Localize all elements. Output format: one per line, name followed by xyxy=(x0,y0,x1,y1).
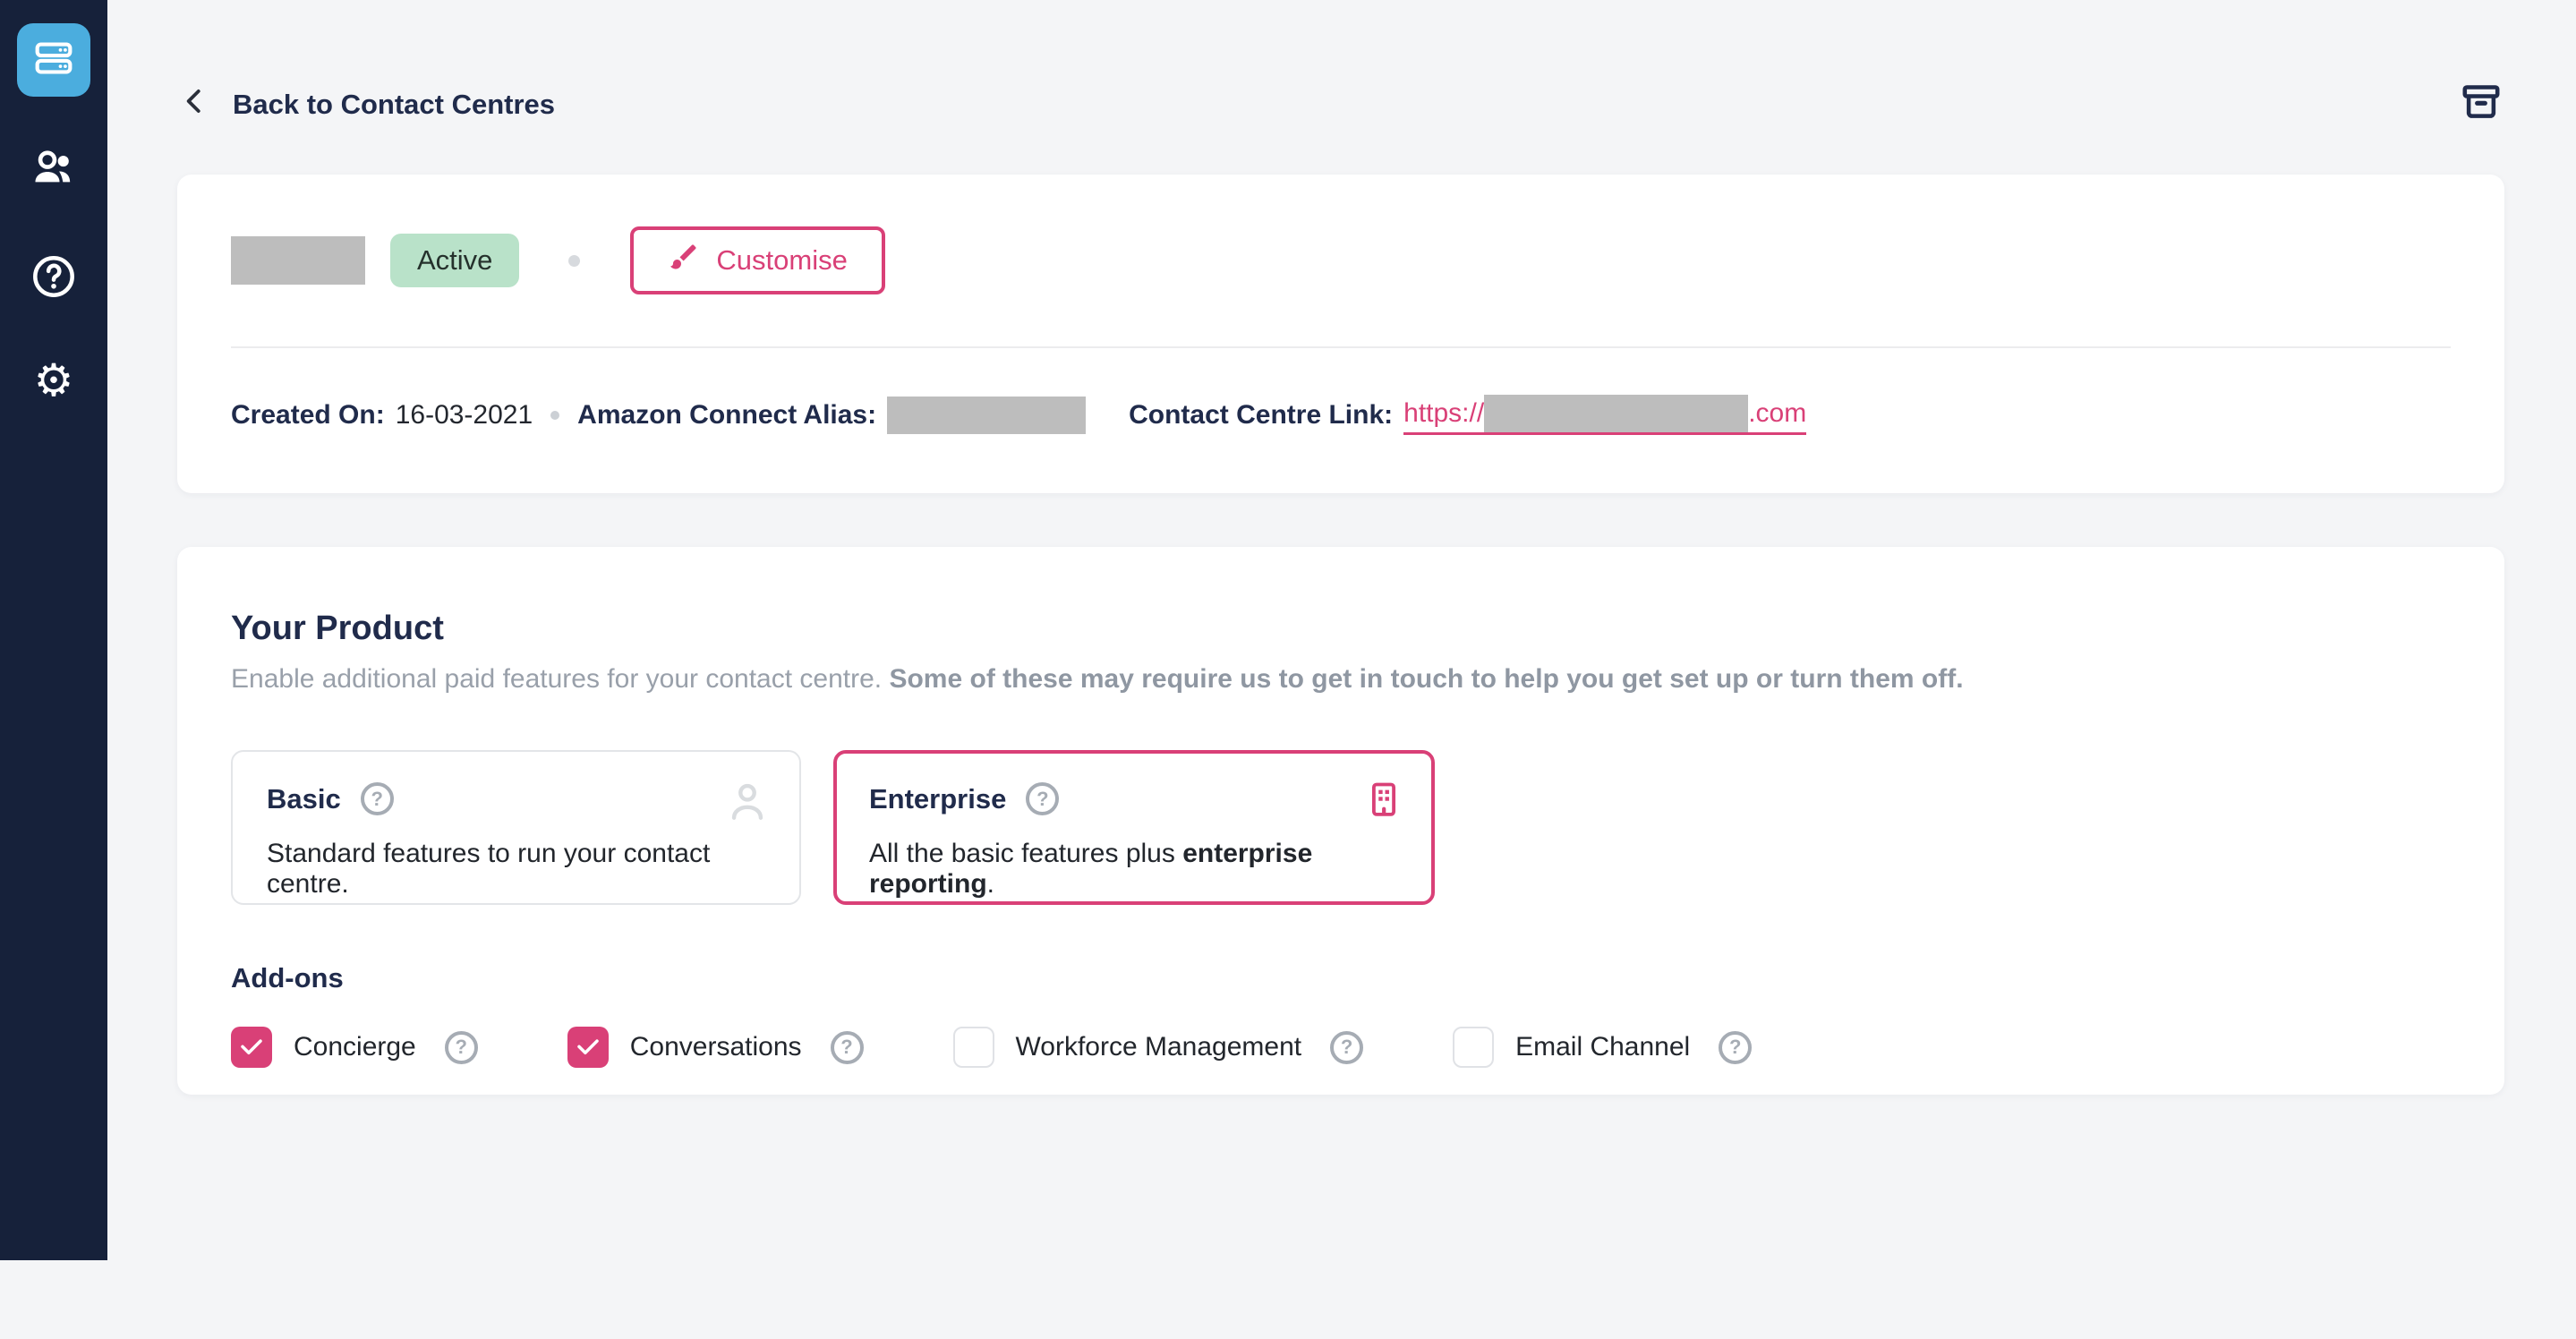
link-suffix: .com xyxy=(1748,398,1806,429)
sidebar-item-settings[interactable]: ⚙ xyxy=(0,358,107,403)
status-badge: Active xyxy=(390,234,519,287)
check-icon xyxy=(238,1034,265,1061)
plan-title-row: Basic ? xyxy=(267,782,765,815)
sidebar: ⚙ xyxy=(0,0,107,1260)
customise-button-label: Customise xyxy=(716,244,847,277)
building-icon xyxy=(1363,779,1404,820)
link-redacted xyxy=(1484,395,1748,432)
addon-concierge: Concierge ? xyxy=(231,1027,478,1068)
person-icon xyxy=(722,777,772,827)
email-channel-checkbox[interactable] xyxy=(1453,1027,1494,1068)
workforce-management-checkbox[interactable] xyxy=(953,1027,994,1068)
paintbrush-icon xyxy=(668,241,700,280)
sidebar-item-users[interactable] xyxy=(0,143,107,198)
your-product-card: Your Product Enable additional paid feat… xyxy=(177,547,2504,1095)
sidebar-item-help[interactable] xyxy=(0,252,107,305)
link-prefix: https:// xyxy=(1403,398,1484,429)
addons-title: Add-ons xyxy=(231,962,2451,994)
plan-name-basic: Basic xyxy=(267,783,341,815)
contact-centre-meta-row: Created On: 16-03-2021 Amazon Connect Al… xyxy=(231,395,2451,435)
help-icon[interactable]: ? xyxy=(361,782,394,815)
back-to-contact-centres-link[interactable]: Back to Contact Centres xyxy=(177,84,555,125)
server-stack-icon xyxy=(31,36,76,85)
addon-email-channel: Email Channel ? xyxy=(1453,1027,1752,1068)
contact-centre-title-row: Active Customise xyxy=(231,226,2451,294)
desc-suffix: . xyxy=(987,869,994,899)
chevron-left-icon xyxy=(177,84,211,125)
subtitle-normal: Enable additional paid features for your… xyxy=(231,664,889,694)
plan-description-enterprise: All the basic features plus enterprise r… xyxy=(869,839,1399,900)
addon-label: Workforce Management xyxy=(1016,1032,1302,1062)
contact-centre-name-redacted xyxy=(231,236,365,285)
created-on-value: 16-03-2021 xyxy=(396,400,533,431)
archive-box-icon xyxy=(2458,79,2504,130)
created-on-label: Created On: xyxy=(231,400,385,431)
amazon-connect-alias-label: Amazon Connect Alias: xyxy=(577,400,876,431)
addon-label: Email Channel xyxy=(1515,1032,1690,1062)
subtitle-bold: Some of these may require us to get in t… xyxy=(889,664,1963,694)
help-icon[interactable]: ? xyxy=(445,1031,478,1064)
alias-value-redacted xyxy=(887,397,1086,434)
separator-dot xyxy=(550,411,559,420)
archive-button[interactable] xyxy=(2458,79,2504,130)
help-icon[interactable]: ? xyxy=(1719,1031,1752,1064)
contact-centre-link-label: Contact Centre Link: xyxy=(1129,400,1393,431)
check-icon xyxy=(575,1034,601,1061)
card-divider xyxy=(231,346,2451,348)
sidebar-item-contact-centres[interactable] xyxy=(17,23,90,97)
addon-conversations: Conversations ? xyxy=(567,1027,864,1068)
customise-button[interactable]: Customise xyxy=(630,226,884,294)
addon-workforce-management: Workforce Management ? xyxy=(953,1027,1364,1068)
help-icon[interactable]: ? xyxy=(1026,782,1059,815)
contact-centre-card: Active Customise Created On: 16-03-2021 … xyxy=(177,175,2504,493)
your-product-subtitle: Enable additional paid features for your… xyxy=(231,664,2451,695)
users-icon xyxy=(29,143,79,198)
help-circle-icon xyxy=(30,252,78,305)
addons-row: Concierge ? Conversations ? Workforce Ma… xyxy=(231,1027,2451,1068)
plan-description-basic: Standard features to run your contact ce… xyxy=(267,839,765,900)
concierge-checkbox[interactable] xyxy=(231,1027,272,1068)
plan-name-enterprise: Enterprise xyxy=(869,783,1006,815)
desc-prefix: All the basic features plus xyxy=(869,839,1182,868)
plan-card-enterprise[interactable]: Enterprise ? All the basic features plus… xyxy=(833,750,1435,905)
addon-label: Conversations xyxy=(630,1032,802,1062)
gear-icon: ⚙ xyxy=(34,358,74,403)
addon-label: Concierge xyxy=(294,1032,416,1062)
your-product-title: Your Product xyxy=(231,610,2451,648)
help-icon[interactable]: ? xyxy=(831,1031,864,1064)
help-icon[interactable]: ? xyxy=(1330,1031,1363,1064)
plan-title-row: Enterprise ? xyxy=(869,782,1399,815)
conversations-checkbox[interactable] xyxy=(567,1027,609,1068)
back-link-label: Back to Contact Centres xyxy=(233,89,555,121)
plan-options: Basic ? Standard features to run your co… xyxy=(231,750,2451,905)
contact-centre-link[interactable]: https:// .com xyxy=(1403,395,1806,435)
main-content: Back to Contact Centres Active xyxy=(107,79,2576,1095)
plan-card-basic[interactable]: Basic ? Standard features to run your co… xyxy=(231,750,801,905)
separator-dot xyxy=(568,255,580,267)
topbar: Back to Contact Centres xyxy=(177,79,2504,130)
